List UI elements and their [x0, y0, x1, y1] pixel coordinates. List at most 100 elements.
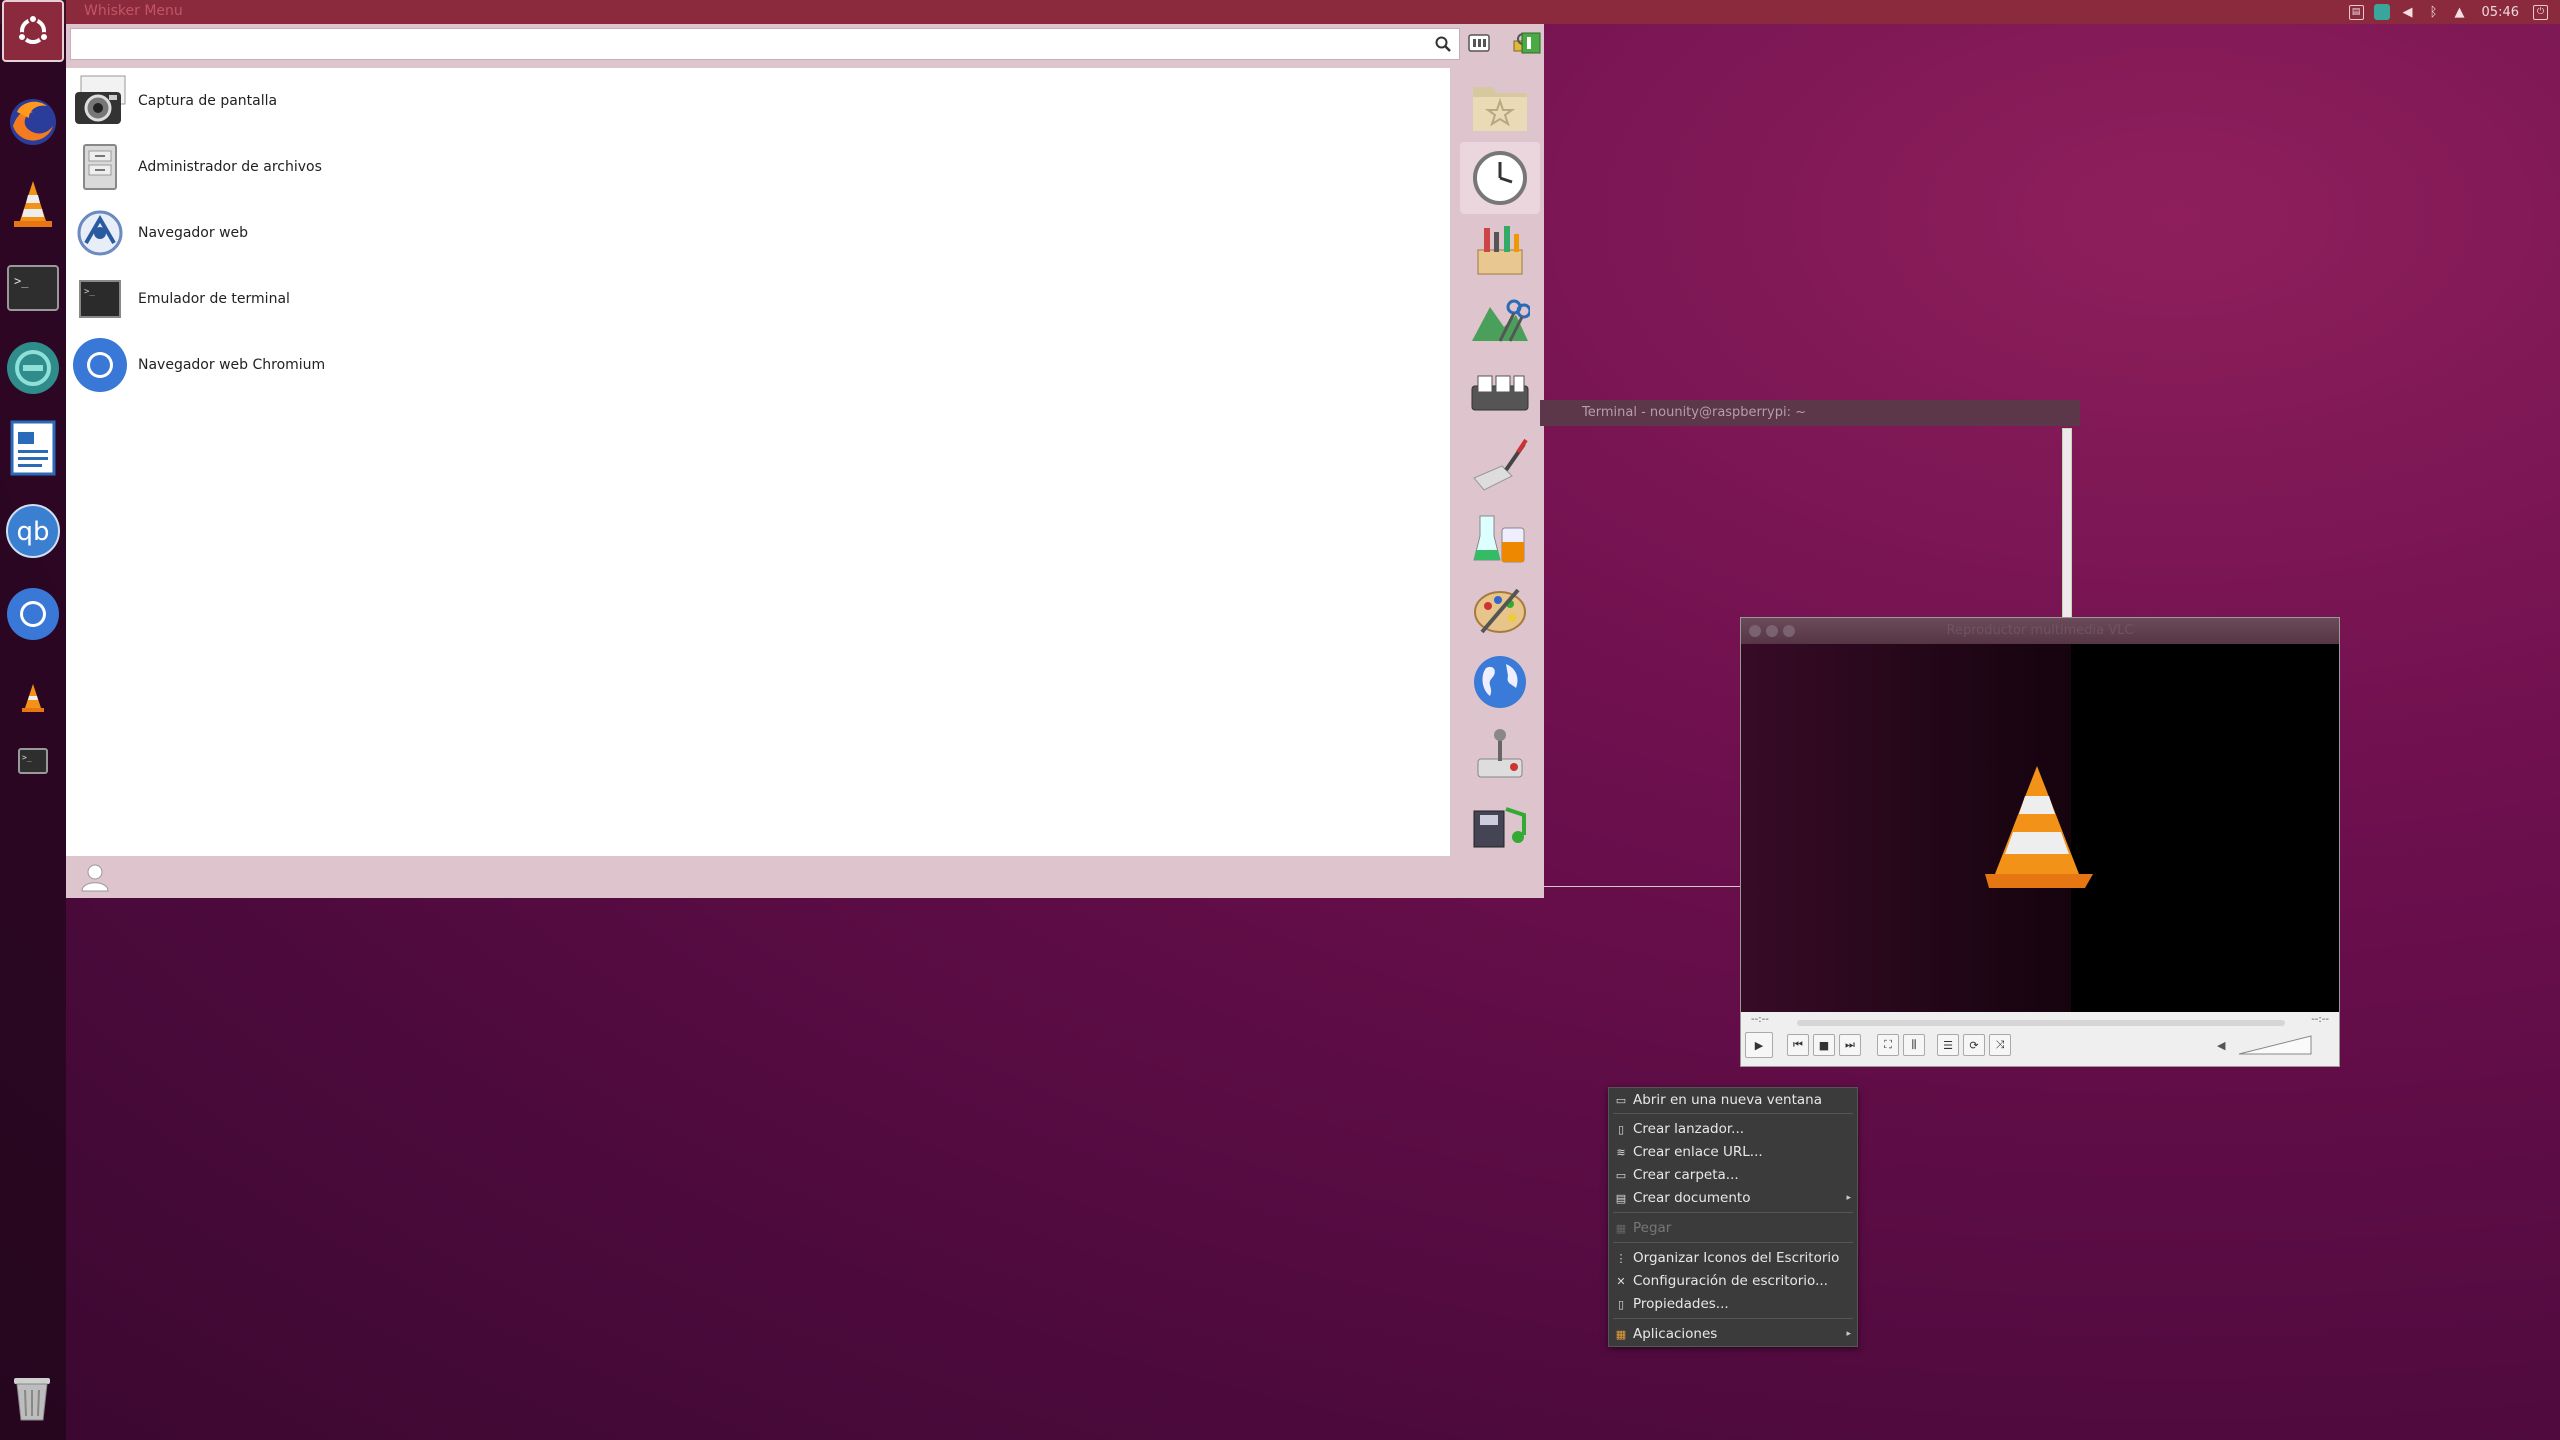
bluetooth-icon[interactable]: ᛒ — [2426, 4, 2442, 20]
clock-icon — [1473, 151, 1527, 205]
vlc-cone-icon — [1985, 766, 2093, 888]
category-games[interactable] — [1460, 718, 1540, 790]
vlc-small-icon — [22, 684, 44, 712]
vlc-icon — [14, 181, 52, 227]
new-document-icon: ▤ — [1615, 1191, 1627, 1205]
loop-button[interactable]: ⟳ — [1963, 1034, 1985, 1056]
menu-item-arrange-icons[interactable]: ⋮ Organizar Iconos del Escritorio — [1609, 1247, 1857, 1269]
network-icon[interactable] — [2373, 4, 2390, 20]
list-item[interactable]: Administrador de archivos — [66, 134, 1450, 200]
category-graphics[interactable] — [1460, 574, 1540, 646]
category-accessories[interactable] — [1460, 214, 1540, 286]
launcher-trash[interactable] — [10, 1372, 54, 1426]
folder-icon: ▭ — [1615, 1093, 1627, 1107]
menu-item-create-url-link[interactable]: ≋ Crear enlace URL... — [1609, 1141, 1857, 1163]
stop-button[interactable]: ■ — [1813, 1034, 1835, 1056]
whisker-menu-button[interactable] — [2, 0, 64, 62]
terminal-icon: >_ — [7, 265, 59, 311]
vlc-titlebar[interactable]: Reproductor multimedia VLC — [1741, 618, 2339, 644]
beaker-icon — [1473, 515, 1525, 563]
logout-icon — [1521, 32, 1541, 54]
menu-item-properties[interactable]: ▯ Propiedades... — [1609, 1293, 1857, 1315]
volume-slider[interactable] — [2237, 1032, 2313, 1056]
user-avatar-icon[interactable] — [80, 862, 110, 892]
maximize-icon[interactable] — [1783, 625, 1795, 637]
launcher-vlc[interactable] — [5, 176, 61, 232]
svg-text:>_: >_ — [84, 287, 95, 297]
previous-button[interactable]: ⏮ — [1787, 1034, 1809, 1056]
top-panel: Whisker Menu ▤ ◀ ᛒ ▲ 05:46 ⏻ — [0, 0, 2560, 24]
play-button[interactable]: ▶ — [1745, 1032, 1773, 1058]
writer-document-icon — [10, 420, 56, 476]
list-item[interactable]: Captura de pantalla — [66, 68, 1450, 134]
launcher-network-tool[interactable] — [5, 340, 61, 396]
launcher-writer[interactable] — [5, 420, 61, 476]
window-controls — [1749, 625, 1795, 637]
menu-item-open-new-window[interactable]: ▭ Abrir en una nueva ventana — [1609, 1089, 1857, 1111]
video-area[interactable] — [1741, 644, 2339, 1012]
clock[interactable]: 05:46 — [2482, 5, 2519, 20]
launcher-qbittorrent[interactable]: qb — [5, 503, 61, 559]
paste-icon: ▦ — [1615, 1221, 1627, 1235]
shuffle-button[interactable]: ⤨ — [1989, 1034, 2011, 1056]
volume-icon[interactable]: ◀ — [2400, 4, 2416, 20]
chromium-icon — [73, 338, 127, 392]
menu-item-create-launcher[interactable]: ▯ Crear lanzador... — [1609, 1118, 1857, 1140]
category-development[interactable] — [1460, 430, 1540, 502]
launcher-firefox[interactable] — [5, 94, 61, 150]
accessories-icon — [1477, 226, 1523, 275]
category-system[interactable] — [1460, 358, 1540, 430]
menu-item-create-document[interactable]: ▤ Crear documento ▸ — [1609, 1187, 1857, 1209]
globe-icon — [1474, 656, 1526, 708]
list-item[interactable]: Navegador web Chromium — [66, 332, 1450, 398]
list-item[interactable]: >_ Emulador de terminal — [66, 266, 1450, 332]
search-box[interactable] — [70, 28, 1460, 60]
extended-settings-button[interactable]: ⫼ — [1903, 1034, 1925, 1056]
volume-icon[interactable]: ◀ — [2217, 1039, 2225, 1052]
category-favorites[interactable] — [1460, 70, 1540, 142]
menu-item-paste: ▦ Pegar — [1615, 1220, 1672, 1236]
category-office-tools[interactable] — [1460, 286, 1540, 358]
search-input[interactable] — [77, 29, 1421, 59]
session-icon[interactable]: ⏻ — [2533, 4, 2548, 20]
all-settings-button[interactable] — [1466, 30, 1492, 56]
svg-text:qb: qb — [16, 517, 49, 547]
whisker-menu: Captura de pantalla Administrador de arc… — [66, 24, 1544, 898]
launcher-chromium[interactable] — [5, 586, 61, 642]
category-recently-used[interactable] — [1460, 142, 1540, 214]
camera-icon — [75, 75, 126, 124]
system-tray: ▤ ◀ ᛒ ▲ 05:46 ⏻ — [2348, 0, 2548, 24]
qbittorrent-icon: qb — [6, 504, 60, 558]
document-icon: ▯ — [1617, 1122, 1625, 1136]
vlc-title: Reproductor multimedia VLC — [1946, 623, 2134, 638]
notification-bell-icon[interactable]: ▲ — [2452, 4, 2468, 20]
trowel-icon — [1473, 438, 1528, 491]
menu-item-applications[interactable]: ▦ Aplicaciones ▸ — [1609, 1323, 1857, 1345]
category-multimedia[interactable] — [1460, 790, 1540, 862]
elapsed-time: --:-- — [1751, 1014, 1769, 1025]
launcher-terminal-small[interactable]: >_ — [5, 733, 61, 789]
app-label: Administrador de archivos — [138, 159, 322, 175]
close-icon[interactable] — [1749, 625, 1761, 637]
terminal-small-icon: >_ — [18, 748, 48, 774]
seek-bar[interactable] — [1797, 1020, 2285, 1026]
screen-icon[interactable]: ▤ — [2348, 4, 2364, 20]
logout-button[interactable] — [1518, 30, 1544, 56]
svg-text:>_: >_ — [22, 753, 32, 762]
launcher-terminal[interactable]: >_ — [5, 260, 61, 316]
terminal-titlebar[interactable]: Terminal - nounity@raspberrypi: ~ — [1540, 400, 2080, 426]
active-window-title: Whisker Menu — [84, 3, 183, 19]
menu-item-desktop-settings[interactable]: ✕ Configuración de escritorio... — [1609, 1270, 1857, 1292]
list-item[interactable]: Navegador web — [66, 200, 1450, 266]
fullscreen-button[interactable]: ⛶ — [1877, 1034, 1899, 1056]
next-button[interactable]: ⏭ — [1839, 1034, 1861, 1056]
firefox-icon — [10, 99, 56, 145]
launcher-vlc-small[interactable] — [5, 670, 61, 726]
menu-item-create-folder[interactable]: ▭ Crear carpeta... — [1609, 1164, 1857, 1186]
tools-icon: ✕ — [1616, 1274, 1626, 1288]
category-science[interactable] — [1460, 502, 1540, 574]
category-internet[interactable] — [1460, 646, 1540, 718]
minimize-icon[interactable] — [1766, 625, 1778, 637]
app-label: Navegador web — [138, 225, 249, 241]
playlist-button[interactable]: ☰ — [1937, 1034, 1959, 1056]
